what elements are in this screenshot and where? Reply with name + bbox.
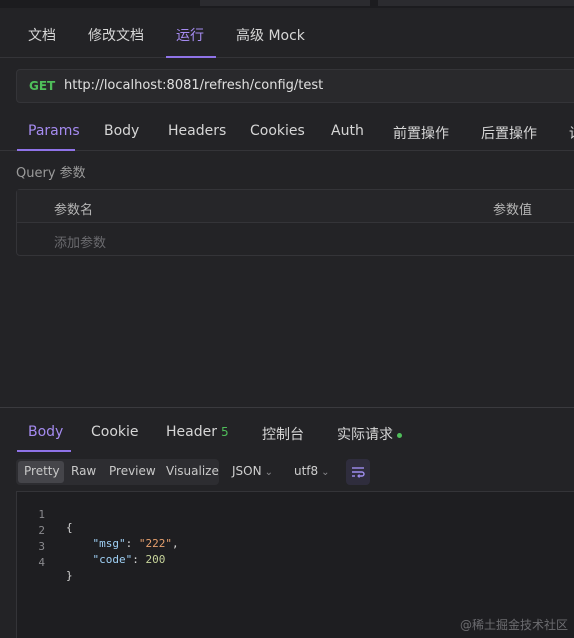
code-line: 2 "msg": "222", — [17, 511, 574, 550]
tab-settings[interactable]: 设 — [569, 123, 574, 143]
line-number: 4 — [38, 556, 45, 569]
response-tab-header[interactable]: Header 5 — [166, 424, 229, 440]
window-top-strip — [0, 0, 574, 8]
code-line: 4 } — [17, 543, 574, 582]
tab-run[interactable]: 运行 — [176, 25, 204, 45]
close-brace: } — [66, 569, 73, 582]
view-mode-visualize[interactable]: Visualize — [166, 464, 219, 478]
panel-divider[interactable] — [0, 407, 574, 408]
request-url-bar[interactable]: GET http://localhost:8081/refresh/config… — [16, 69, 574, 103]
format-select[interactable]: JSON ⌄ — [232, 464, 273, 478]
tab-pre-operations[interactable]: 前置操作 — [393, 123, 449, 143]
response-toolbar: Pretty Raw Preview Visualize JSON ⌄ utf8 ⌄ — [0, 459, 574, 487]
wrap-lines-icon — [352, 467, 365, 478]
status-dot-icon — [397, 432, 402, 438]
response-tab-bar: Body Cookie Header 5 控制台 实际请求 — [0, 412, 574, 452]
response-tab-header-label: Header — [166, 424, 217, 440]
tab-params[interactable]: Params — [28, 123, 80, 139]
top-strip-segment — [378, 0, 574, 6]
top-tab-bar: 文档 修改文档 运行 高级 Mock — [0, 8, 574, 58]
request-tab-bar: Params Body Headers Cookies Auth 前置操作 后置… — [0, 111, 574, 151]
tab-auth[interactable]: Auth — [331, 123, 364, 139]
response-tab-actual-request-label: 实际请求 — [337, 427, 393, 443]
query-table-header: 参数名 参数值 — [17, 190, 574, 223]
tab-post-operations[interactable]: 后置操作 — [481, 123, 537, 143]
code-text: } — [66, 569, 73, 582]
tab-body[interactable]: Body — [104, 123, 139, 139]
encoding-select[interactable]: utf8 ⌄ — [294, 464, 330, 478]
tab-docs[interactable]: 文档 — [28, 25, 56, 45]
code-line: 1 { — [17, 495, 574, 534]
response-tab-console[interactable]: 控制台 — [262, 424, 304, 444]
tab-headers[interactable]: Headers — [168, 123, 226, 139]
chevron-down-icon: ⌄ — [264, 467, 273, 478]
format-select-value: JSON — [232, 464, 262, 478]
http-method-label[interactable]: GET — [29, 79, 55, 93]
query-params-label: Query 参数 — [16, 166, 86, 181]
tab-edit-docs[interactable]: 修改文档 — [88, 25, 144, 45]
active-tab-indicator — [17, 149, 75, 151]
word-wrap-button[interactable] — [346, 459, 370, 485]
tab-cookies[interactable]: Cookies — [250, 123, 305, 139]
response-tab-body[interactable]: Body — [28, 424, 63, 440]
chevron-down-icon: ⌄ — [321, 467, 330, 478]
watermark: @稀土掘金技术社区 — [459, 618, 568, 632]
encoding-select-value: utf8 — [294, 464, 319, 478]
view-mode-pretty[interactable]: Pretty — [24, 464, 60, 478]
column-header-name: 参数名 — [54, 203, 94, 218]
top-strip-segment — [200, 0, 370, 6]
query-params-table: 参数名 参数值 添加参数 — [16, 189, 574, 256]
code-line: 3 "code": 200 — [17, 527, 574, 566]
view-mode-raw[interactable]: Raw — [71, 464, 96, 478]
header-count-badge: 5 — [220, 425, 229, 439]
active-tab-indicator — [166, 56, 216, 58]
response-tab-cookie[interactable]: Cookie — [91, 424, 139, 440]
active-tab-indicator — [17, 450, 71, 452]
view-mode-preview[interactable]: Preview — [109, 464, 156, 478]
tab-advanced-mock[interactable]: 高级 Mock — [236, 25, 305, 45]
url-input[interactable]: http://localhost:8081/refresh/config/tes… — [64, 78, 323, 93]
response-tab-actual-request[interactable]: 实际请求 — [337, 424, 402, 444]
view-mode-segmented-control: Pretty Raw Preview Visualize — [16, 459, 219, 485]
column-header-value: 参数值 — [493, 203, 533, 218]
add-param-input[interactable]: 添加参数 — [54, 232, 106, 251]
